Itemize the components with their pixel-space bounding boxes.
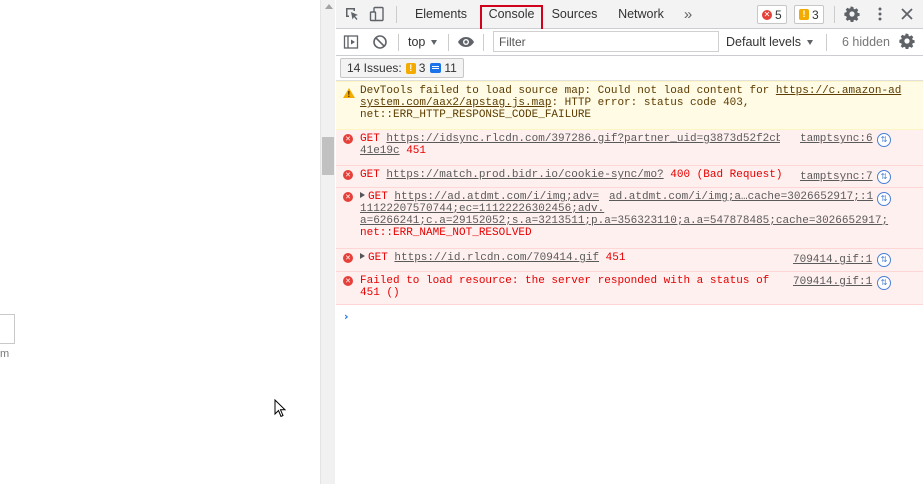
request-url-link[interactable]: a=6266241;c.a=29152052;s.a=3213511;p.a=3…: [360, 215, 888, 227]
request-url-link[interactable]: https://ad.atdmt.com/i/img;adv=: [394, 191, 599, 203]
request-method: GET: [368, 191, 395, 203]
message-text: DevTools failed to load source map: Coul…: [360, 85, 776, 97]
error-circle-icon: ✕: [343, 134, 353, 144]
dropdown-caret-icon: [807, 40, 814, 46]
network-request-icon[interactable]: ⇅: [877, 276, 891, 290]
expand-triangle-icon[interactable]: [360, 253, 365, 259]
console-message-error: ✕ GET https://match.prod.bidr.io/cookie-…: [336, 166, 923, 188]
network-request-icon[interactable]: ⇅: [877, 253, 891, 267]
message-source-link[interactable]: tamptsync:7: [800, 171, 873, 183]
error-count-badge[interactable]: ✕ 5: [757, 5, 787, 24]
error-circle-icon: ✕: [343, 170, 353, 180]
request-url-link[interactable]: https://match.prod.bidr.io/cookie-sync/m…: [386, 169, 663, 181]
context-selector-value: top: [408, 35, 426, 49]
console-messages: DevTools failed to load source map: Coul…: [336, 81, 923, 305]
message-source-link[interactable]: 709414.gif:1: [793, 254, 872, 266]
dropdown-caret-icon: [431, 40, 438, 46]
page-viewport: m: [0, 0, 320, 484]
console-message-warning: DevTools failed to load source map: Coul…: [336, 81, 923, 130]
console-settings-gear-icon[interactable]: [899, 33, 915, 49]
tab-network[interactable]: Network: [612, 0, 670, 29]
devtools-tabbar: Elements Console Sources Network » ✕ 5 !…: [336, 0, 923, 32]
console-message-error: ✕ GET https://ad.atdmt.com/i/img;adv= 11…: [336, 188, 923, 249]
response-status: 400 (Bad Request): [663, 169, 783, 181]
console-message-error: ✕ Failed to load resource: the server re…: [336, 272, 923, 305]
response-status: 451: [399, 145, 427, 157]
warning-triangle-icon: [343, 88, 355, 101]
show-sidebar-icon[interactable]: [7, 34, 23, 50]
network-request-icon[interactable]: ⇅: [877, 170, 891, 184]
page-scrollbar[interactable]: [320, 0, 335, 484]
log-levels-dropdown[interactable]: Default levels: [726, 35, 814, 49]
warning-count: 3: [812, 7, 819, 22]
message-text: net::ERR_HTTP_RESPONSE_CODE_FAILURE: [360, 109, 592, 121]
context-selector[interactable]: top: [408, 35, 438, 49]
issues-warning-count: 3: [418, 61, 426, 75]
tab-sources[interactable]: Sources: [547, 0, 602, 29]
settings-gear-icon[interactable]: [844, 6, 860, 22]
expand-triangle-icon[interactable]: [360, 192, 365, 198]
console-message-error: ✕ GET https://id.rlcdn.com/709414.gif 45…: [336, 249, 923, 272]
issues-warning-icon: !: [405, 62, 416, 74]
console-filter-input[interactable]: [493, 31, 719, 52]
warning-icon: !: [799, 9, 809, 20]
error-circle-icon: ✕: [343, 276, 353, 286]
page-input-fragment[interactable]: [0, 314, 15, 344]
close-devtools-icon[interactable]: [899, 6, 915, 22]
error-count: 5: [775, 7, 782, 22]
issues-label: 14 Issues:: [347, 61, 402, 75]
message-text: net::ERR_NAME_NOT_RESOLVED: [360, 227, 532, 239]
network-request-icon[interactable]: ⇅: [877, 133, 891, 147]
request-url-link[interactable]: 11122207570744;ec=11122226302456;adv.: [360, 203, 604, 215]
inspect-element-icon[interactable]: [344, 6, 360, 22]
more-options-kebab-icon[interactable]: [872, 6, 888, 22]
log-levels-value: Default levels: [726, 35, 802, 49]
source-map-link[interactable]: https://c.amazon-ad: [776, 85, 901, 97]
mouse-cursor-icon: [274, 399, 287, 418]
response-status: 451: [599, 252, 626, 264]
toolbar-separator: [396, 6, 397, 23]
request-url-link[interactable]: https://id.rlcdn.com/709414.gif: [394, 252, 599, 264]
message-source-link[interactable]: 709414.gif:1: [793, 276, 872, 288]
page-scroll-thumb[interactable]: [322, 137, 334, 175]
more-tabs-chevron-icon[interactable]: »: [680, 0, 696, 29]
network-request-icon[interactable]: ⇅: [877, 192, 891, 206]
console-message-error: ✕ GET https://idsync.rlcdn.com/397286.gi…: [336, 130, 923, 166]
toolbar-separator: [826, 34, 827, 51]
warning-count-badge[interactable]: ! 3: [794, 5, 824, 24]
clear-console-icon[interactable]: [372, 34, 388, 50]
issues-button[interactable]: 14 Issues: ! 3 11: [340, 58, 464, 78]
tab-elements[interactable]: Elements: [410, 0, 472, 29]
error-icon: ✕: [762, 9, 772, 20]
toolbar-separator: [398, 34, 399, 51]
message-text: : HTTP error: status code 403,: [551, 97, 750, 109]
request-method: GET: [368, 252, 395, 264]
toolbar-separator: [448, 34, 449, 51]
console-tab-highlight-box: [480, 5, 543, 32]
issues-bar: 14 Issues: ! 3 11: [336, 56, 923, 81]
issues-info-count: 11: [444, 61, 457, 75]
toolbar-separator: [483, 34, 484, 51]
request-method: GET: [360, 169, 387, 181]
page-text-fragment: m: [0, 348, 10, 360]
request-url-link[interactable]: 41e19c: [360, 145, 400, 157]
request-method: GET: [360, 133, 387, 145]
hidden-messages-count: 6 hidden: [842, 35, 890, 49]
error-circle-icon: ✕: [343, 253, 353, 263]
issues-info-icon: [430, 63, 442, 73]
show-console-sidebar-icon[interactable]: [343, 34, 359, 50]
message-source-link[interactable]: ad.atdmt.com/i/img;a…cache=3026652917;:1: [609, 191, 874, 203]
message-text: 451 (): [360, 287, 400, 299]
devtools-panel: Elements Console Sources Network » ✕ 5 !…: [336, 0, 923, 484]
device-toolbar-icon[interactable]: [369, 6, 385, 22]
console-prompt-chevron-icon[interactable]: ›: [344, 310, 349, 323]
request-url-link[interactable]: https://idsync.rlcdn.com/397286.gif?part…: [386, 133, 780, 145]
live-expression-eye-icon[interactable]: [457, 34, 475, 50]
scroll-up-arrow-icon[interactable]: [325, 4, 333, 9]
message-source-link[interactable]: tamptsync:6: [800, 133, 873, 145]
toolbar-separator: [834, 6, 835, 23]
error-circle-icon: ✕: [343, 192, 353, 202]
source-map-link[interactable]: system.com/aax2/apstag.js.map: [360, 97, 551, 109]
